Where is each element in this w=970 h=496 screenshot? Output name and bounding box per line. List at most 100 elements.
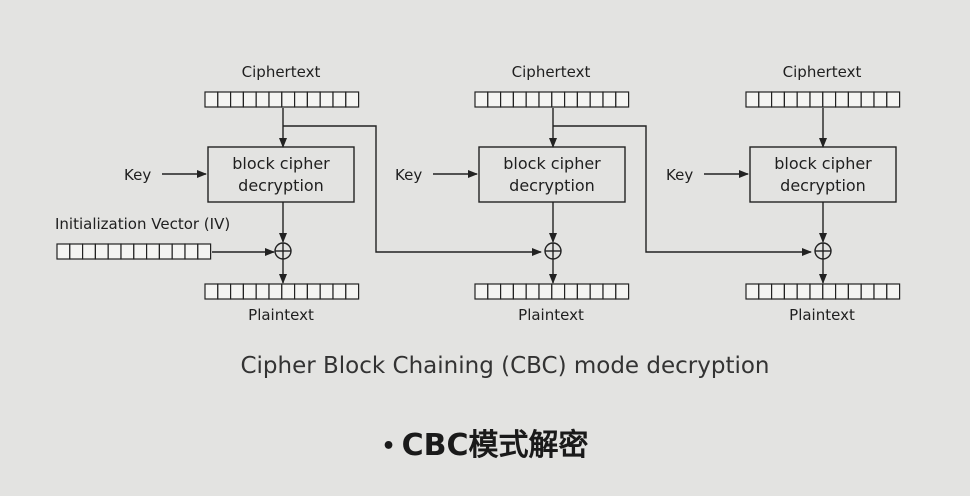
block-cell (873, 283, 888, 300)
ciphertext-label: Ciphertext (242, 63, 321, 81)
subtitle-text: CBC模式解密 (401, 428, 589, 463)
plaintext-label: Plaintext (248, 306, 314, 324)
block-cell (886, 283, 901, 300)
block-cell (563, 283, 578, 300)
block-cell (204, 91, 219, 108)
xor-icon (544, 242, 562, 260)
block-cell (230, 283, 245, 300)
block-cell (268, 283, 283, 300)
block-cell (281, 283, 296, 300)
bullet: • (381, 434, 396, 459)
block-cell (822, 91, 837, 108)
block-cell (319, 91, 334, 108)
block-cell (796, 91, 811, 108)
block-cell (758, 91, 773, 108)
block-cell (294, 91, 309, 108)
block-cell (809, 283, 824, 300)
block-cell (512, 283, 527, 300)
block-cell (171, 243, 186, 260)
box-line-2: decryption (509, 176, 595, 195)
plaintext-block (474, 283, 630, 300)
block-cell (120, 243, 135, 260)
plaintext-label: Plaintext (789, 306, 855, 324)
stage-1: Ciphertext block cipher decryption Key I… (55, 63, 360, 324)
block-cell (255, 283, 270, 300)
plaintext-block (204, 283, 360, 300)
block-cell (474, 91, 489, 108)
box-line-2: decryption (238, 176, 324, 195)
block-cell (602, 91, 617, 108)
block-cell (197, 243, 212, 260)
key-label: Key (395, 166, 422, 184)
block-cell (538, 283, 553, 300)
block-cell (500, 91, 515, 108)
block-cell (834, 91, 849, 108)
block-cell (834, 283, 849, 300)
ciphertext-label: Ciphertext (512, 63, 591, 81)
block-cell (525, 283, 540, 300)
stage-2: Ciphertext block cipher decryption Key P… (395, 63, 630, 324)
block-cell (474, 283, 489, 300)
block-cell (81, 243, 96, 260)
block-cell (770, 91, 785, 108)
block-cell (217, 283, 232, 300)
block-cell (158, 243, 173, 260)
xor-icon (274, 242, 292, 260)
block-cell (345, 91, 360, 108)
box-line-1: block cipher (503, 154, 601, 173)
slide: Ciphertext block cipher decryption Key I… (0, 0, 970, 496)
block-cell (230, 91, 245, 108)
block-cell (94, 243, 109, 260)
stage-3: Ciphertext block cipher decryption Key P… (666, 63, 901, 324)
block-cell (332, 283, 347, 300)
block-cell (268, 91, 283, 108)
block-cell (847, 91, 862, 108)
block-cell (294, 283, 309, 300)
block-cell (615, 91, 630, 108)
block-cell (589, 283, 604, 300)
block-cell (551, 91, 566, 108)
iv-block (56, 243, 212, 260)
slide-subtitle: • CBC模式解密 (0, 420, 970, 464)
block-cell (512, 91, 527, 108)
ciphertext-block (474, 91, 630, 108)
ciphertext-label: Ciphertext (783, 63, 862, 81)
block-cell (319, 283, 334, 300)
block-cell (873, 91, 888, 108)
xor-icon (814, 242, 832, 260)
block-cell (783, 283, 798, 300)
iv-label: Initialization Vector (IV) (55, 215, 230, 233)
block-cell (576, 283, 591, 300)
block-cell (602, 283, 617, 300)
block-cell (758, 283, 773, 300)
block-cell (500, 283, 515, 300)
block-cell (809, 91, 824, 108)
box-line-2: decryption (780, 176, 866, 195)
ciphertext-block (745, 91, 901, 108)
block-cell (538, 91, 553, 108)
block-cell (886, 91, 901, 108)
block-cell (184, 243, 199, 260)
block-cell (525, 91, 540, 108)
block-cell (615, 283, 630, 300)
block-cell (242, 91, 257, 108)
block-cell (242, 283, 257, 300)
block-cell (306, 283, 321, 300)
block-cell (56, 243, 71, 260)
block-cell (69, 243, 84, 260)
key-label: Key (666, 166, 693, 184)
block-cell (745, 91, 760, 108)
block-cell (146, 243, 161, 260)
block-cell (255, 91, 270, 108)
block-cell (563, 91, 578, 108)
plaintext-block (745, 283, 901, 300)
block-cell (745, 283, 760, 300)
block-cell (217, 91, 232, 108)
block-cell (281, 91, 296, 108)
block-cell (345, 283, 360, 300)
block-cell (770, 283, 785, 300)
key-label: Key (124, 166, 151, 184)
block-cell (332, 91, 347, 108)
block-cell (487, 91, 502, 108)
box-line-1: block cipher (774, 154, 872, 173)
